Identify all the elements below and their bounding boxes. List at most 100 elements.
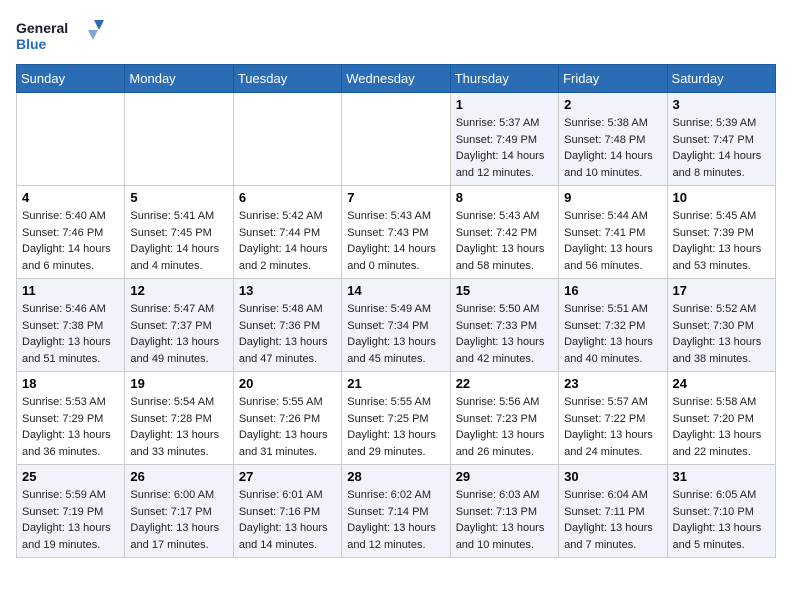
- day-number: 2: [564, 97, 661, 112]
- day-number: 1: [456, 97, 553, 112]
- calendar-cell: 11Sunrise: 5:46 AM Sunset: 7:38 PM Dayli…: [17, 279, 125, 372]
- calendar-week-4: 18 Sunrise: 5:53 AM Sunset: 7:29 PM Dayli…: [17, 372, 776, 465]
- day-number: 4: [22, 190, 119, 205]
- day-info: Sunrise: 5:54 AM Sunset: 7:28 PM Dayligh…: [130, 394, 227, 460]
- calendar-cell: 18 Sunrise: 5:53 AM Sunset: 7:29 PM Dayli…: [17, 372, 125, 465]
- day-number: 7: [347, 190, 444, 205]
- calendar-cell: 29Sunrise: 6:03 AM Sunset: 7:13 PM Dayli…: [450, 465, 558, 558]
- day-info: Sunrise: 5:41 AM Sunset: 7:45 PM Dayligh…: [130, 208, 227, 274]
- calendar-cell: 15Sunrise: 5:50 AM Sunset: 7:33 PM Dayli…: [450, 279, 558, 372]
- calendar-cell: 24Sunrise: 5:58 AM Sunset: 7:20 PM Dayli…: [667, 372, 775, 465]
- day-info: Sunrise: 5:52 AM Sunset: 7:30 PM Dayligh…: [673, 301, 770, 367]
- day-info: Sunrise: 5:53 AM Sunset: 7:29 PM Dayligh…: [22, 394, 119, 460]
- day-number: 30: [564, 469, 661, 484]
- day-number: 8: [456, 190, 553, 205]
- day-info: Sunrise: 5:49 AM Sunset: 7:34 PM Dayligh…: [347, 301, 444, 367]
- calendar-cell: 3 Sunrise: 5:39 AM Sunset: 7:47 PM Daylig…: [667, 93, 775, 186]
- day-number: 26: [130, 469, 227, 484]
- calendar-cell: 31 Sunrise: 6:05 AM Sunset: 7:10 PM Dayli…: [667, 465, 775, 558]
- day-number: 23: [564, 376, 661, 391]
- calendar-week-5: 25 Sunrise: 5:59 AM Sunset: 7:19 PM Dayli…: [17, 465, 776, 558]
- calendar-cell: 26 Sunrise: 6:00 AM Sunset: 7:17 PM Dayli…: [125, 465, 233, 558]
- day-number: 31: [673, 469, 770, 484]
- calendar-cell: [125, 93, 233, 186]
- logo: General Blue: [16, 16, 106, 56]
- calendar-cell: 21 Sunrise: 5:55 AM Sunset: 7:25 PM Dayli…: [342, 372, 450, 465]
- calendar-cell: [342, 93, 450, 186]
- weekday-header-monday: Monday: [125, 65, 233, 93]
- day-info: Sunrise: 5:56 AM Sunset: 7:23 PM Dayligh…: [456, 394, 553, 460]
- day-number: 22: [456, 376, 553, 391]
- day-number: 13: [239, 283, 336, 298]
- day-number: 14: [347, 283, 444, 298]
- day-number: 19: [130, 376, 227, 391]
- day-info: Sunrise: 6:00 AM Sunset: 7:17 PM Dayligh…: [130, 487, 227, 553]
- day-number: 25: [22, 469, 119, 484]
- calendar-cell: 22 Sunrise: 5:56 AM Sunset: 7:23 PM Dayli…: [450, 372, 558, 465]
- day-info: Sunrise: 5:51 AM Sunset: 7:32 PM Dayligh…: [564, 301, 661, 367]
- calendar-cell: 19 Sunrise: 5:54 AM Sunset: 7:28 PM Dayli…: [125, 372, 233, 465]
- calendar-cell: 23Sunrise: 5:57 AM Sunset: 7:22 PM Dayli…: [559, 372, 667, 465]
- logo-svg: General Blue: [16, 16, 106, 56]
- day-number: 20: [239, 376, 336, 391]
- calendar-cell: 30 Sunrise: 6:04 AM Sunset: 7:11 PM Dayli…: [559, 465, 667, 558]
- calendar-cell: 5 Sunrise: 5:41 AM Sunset: 7:45 PM Daylig…: [125, 186, 233, 279]
- day-number: 10: [673, 190, 770, 205]
- calendar-cell: 20Sunrise: 5:55 AM Sunset: 7:26 PM Dayli…: [233, 372, 341, 465]
- weekday-header-row: SundayMondayTuesdayWednesdayThursdayFrid…: [17, 65, 776, 93]
- calendar-week-2: 4Sunrise: 5:40 AM Sunset: 7:46 PM Daylig…: [17, 186, 776, 279]
- day-number: 29: [456, 469, 553, 484]
- day-number: 6: [239, 190, 336, 205]
- day-number: 11: [22, 283, 119, 298]
- day-info: Sunrise: 5:43 AM Sunset: 7:42 PM Dayligh…: [456, 208, 553, 274]
- day-number: 17: [673, 283, 770, 298]
- svg-text:Blue: Blue: [16, 36, 47, 52]
- day-number: 24: [673, 376, 770, 391]
- calendar-cell: 12 Sunrise: 5:47 AM Sunset: 7:37 PM Dayli…: [125, 279, 233, 372]
- day-info: Sunrise: 5:59 AM Sunset: 7:19 PM Dayligh…: [22, 487, 119, 553]
- calendar-week-1: 1 Sunrise: 5:37 AM Sunset: 7:49 PM Daylig…: [17, 93, 776, 186]
- calendar-cell: 16 Sunrise: 5:51 AM Sunset: 7:32 PM Dayli…: [559, 279, 667, 372]
- calendar-cell: 7 Sunrise: 5:43 AM Sunset: 7:43 PM Daylig…: [342, 186, 450, 279]
- calendar-cell: 13 Sunrise: 5:48 AM Sunset: 7:36 PM Dayli…: [233, 279, 341, 372]
- day-info: Sunrise: 6:04 AM Sunset: 7:11 PM Dayligh…: [564, 487, 661, 553]
- day-number: 21: [347, 376, 444, 391]
- calendar-cell: 17 Sunrise: 5:52 AM Sunset: 7:30 PM Dayli…: [667, 279, 775, 372]
- calendar-cell: 27Sunrise: 6:01 AM Sunset: 7:16 PM Dayli…: [233, 465, 341, 558]
- calendar-cell: [17, 93, 125, 186]
- day-number: 3: [673, 97, 770, 112]
- day-number: 15: [456, 283, 553, 298]
- calendar-cell: 1 Sunrise: 5:37 AM Sunset: 7:49 PM Daylig…: [450, 93, 558, 186]
- day-number: 16: [564, 283, 661, 298]
- calendar-cell: 8 Sunrise: 5:43 AM Sunset: 7:42 PM Daylig…: [450, 186, 558, 279]
- day-info: Sunrise: 5:39 AM Sunset: 7:47 PM Dayligh…: [673, 115, 770, 181]
- day-info: Sunrise: 6:01 AM Sunset: 7:16 PM Dayligh…: [239, 487, 336, 553]
- day-info: Sunrise: 5:48 AM Sunset: 7:36 PM Dayligh…: [239, 301, 336, 367]
- day-number: 9: [564, 190, 661, 205]
- day-info: Sunrise: 5:42 AM Sunset: 7:44 PM Dayligh…: [239, 208, 336, 274]
- calendar-cell: 10 Sunrise: 5:45 AM Sunset: 7:39 PM Dayli…: [667, 186, 775, 279]
- day-info: Sunrise: 6:05 AM Sunset: 7:10 PM Dayligh…: [673, 487, 770, 553]
- day-number: 5: [130, 190, 227, 205]
- weekday-header-thursday: Thursday: [450, 65, 558, 93]
- day-info: Sunrise: 6:02 AM Sunset: 7:14 PM Dayligh…: [347, 487, 444, 553]
- day-info: Sunrise: 5:55 AM Sunset: 7:25 PM Dayligh…: [347, 394, 444, 460]
- calendar-cell: 25 Sunrise: 5:59 AM Sunset: 7:19 PM Dayli…: [17, 465, 125, 558]
- calendar-cell: 2 Sunrise: 5:38 AM Sunset: 7:48 PM Daylig…: [559, 93, 667, 186]
- calendar-week-3: 11Sunrise: 5:46 AM Sunset: 7:38 PM Dayli…: [17, 279, 776, 372]
- day-number: 18: [22, 376, 119, 391]
- day-info: Sunrise: 5:47 AM Sunset: 7:37 PM Dayligh…: [130, 301, 227, 367]
- weekday-header-sunday: Sunday: [17, 65, 125, 93]
- weekday-header-wednesday: Wednesday: [342, 65, 450, 93]
- calendar-cell: 9Sunrise: 5:44 AM Sunset: 7:41 PM Daylig…: [559, 186, 667, 279]
- day-number: 28: [347, 469, 444, 484]
- calendar-cell: [233, 93, 341, 186]
- calendar-table: SundayMondayTuesdayWednesdayThursdayFrid…: [16, 64, 776, 558]
- day-info: Sunrise: 5:37 AM Sunset: 7:49 PM Dayligh…: [456, 115, 553, 181]
- day-info: Sunrise: 5:38 AM Sunset: 7:48 PM Dayligh…: [564, 115, 661, 181]
- day-info: Sunrise: 5:45 AM Sunset: 7:39 PM Dayligh…: [673, 208, 770, 274]
- day-info: Sunrise: 5:43 AM Sunset: 7:43 PM Dayligh…: [347, 208, 444, 274]
- calendar-cell: 28 Sunrise: 6:02 AM Sunset: 7:14 PM Dayli…: [342, 465, 450, 558]
- day-number: 12: [130, 283, 227, 298]
- calendar-cell: 14 Sunrise: 5:49 AM Sunset: 7:34 PM Dayli…: [342, 279, 450, 372]
